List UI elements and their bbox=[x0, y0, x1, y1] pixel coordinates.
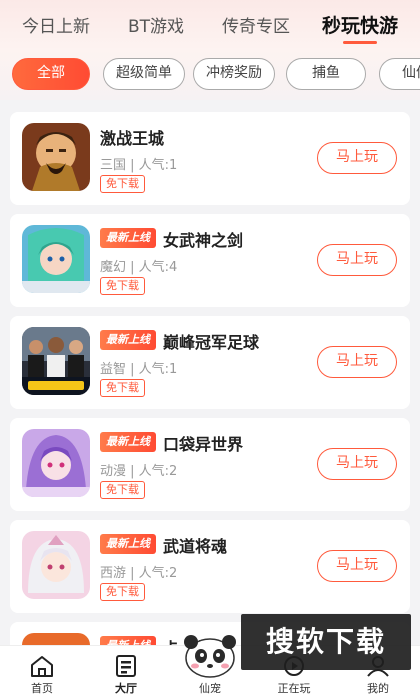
free-download-tag: 免下载 bbox=[100, 277, 145, 295]
free-download-tag: 免下载 bbox=[100, 379, 145, 397]
game-card[interactable]: 最新上线 武道将魂 西游 | 人气:2 免下载 马上玩 bbox=[10, 520, 410, 613]
filter-bar: 全部 超级简单 冲榜奖励 捕鱼 仙侠 bbox=[0, 50, 420, 100]
filter-all[interactable]: 全部 bbox=[12, 58, 90, 90]
tab-legend-zone[interactable]: 传奇专区 bbox=[222, 12, 290, 37]
filter-rank-reward[interactable]: 冲榜奖励 bbox=[193, 58, 275, 90]
tab-today-new[interactable]: 今日上新 bbox=[22, 12, 90, 37]
tab-bt-games[interactable]: BT游戏 bbox=[128, 12, 184, 37]
game-thumbnail bbox=[22, 123, 90, 191]
play-now-button[interactable]: 马上玩 bbox=[317, 346, 397, 378]
hall-icon bbox=[116, 655, 136, 677]
play-now-button[interactable]: 马上玩 bbox=[317, 550, 397, 582]
nav-hall[interactable]: 大厅 bbox=[84, 646, 168, 700]
game-meta: 益智 | 人气:1 bbox=[100, 362, 178, 377]
game-name: 女武神之剑 bbox=[163, 231, 244, 250]
tab-instant-play[interactable]: 秒玩快游 bbox=[322, 11, 398, 38]
nav-label: 首页 bbox=[31, 682, 53, 695]
play-now-button[interactable]: 马上玩 bbox=[317, 448, 397, 480]
game-name: 激战王城 bbox=[100, 129, 165, 148]
nav-label: 正在玩 bbox=[277, 682, 311, 695]
anime-girl-portrait-icon bbox=[22, 429, 90, 497]
game-meta: 西游 | 人气:2 bbox=[100, 566, 178, 581]
new-release-badge: 最新上线 bbox=[100, 534, 156, 554]
new-release-badge: 最新上线 bbox=[100, 228, 156, 248]
football-players-icon bbox=[22, 327, 90, 395]
filter-xianxia[interactable]: 仙侠 bbox=[379, 58, 420, 90]
game-thumbnail bbox=[22, 531, 90, 599]
warrior-portrait-icon bbox=[22, 123, 90, 191]
valkyrie-portrait-icon bbox=[22, 225, 90, 293]
game-thumbnail bbox=[22, 429, 90, 497]
game-card[interactable]: 最新上线 口袋异世界 动漫 | 人气:2 免下载 马上玩 bbox=[10, 418, 410, 511]
game-meta: 魔幻 | 人气:4 bbox=[100, 260, 178, 275]
nav-label: 我的 bbox=[367, 682, 389, 695]
game-meta: 三国 | 人气:1 bbox=[100, 158, 178, 173]
game-thumbnail bbox=[22, 327, 90, 395]
game-name: 巅峰冠军足球 bbox=[163, 333, 260, 352]
play-now-button[interactable]: 马上玩 bbox=[317, 142, 397, 174]
game-meta: 动漫 | 人气:2 bbox=[100, 464, 178, 479]
new-release-badge: 最新上线 bbox=[100, 330, 156, 350]
game-thumbnail bbox=[22, 225, 90, 293]
game-card[interactable]: 最新上线 女武神之剑 魔幻 | 人气:4 免下载 马上玩 bbox=[10, 214, 410, 307]
game-name: 武道将魂 bbox=[163, 537, 228, 556]
home-icon bbox=[31, 656, 53, 677]
nav-label: 仙宠 bbox=[199, 682, 221, 695]
free-download-tag: 免下载 bbox=[100, 583, 145, 601]
new-release-badge: 最新上线 bbox=[100, 432, 156, 452]
game-name: 口袋异世界 bbox=[163, 435, 244, 454]
free-download-tag: 免下载 bbox=[100, 481, 145, 499]
filter-fishing[interactable]: 捕鱼 bbox=[286, 58, 366, 90]
panda-icon bbox=[184, 635, 236, 678]
game-card[interactable]: 激战王城 三国 | 人气:1 免下载 马上玩 bbox=[10, 112, 410, 205]
top-tab-bar: 今日上新 BT游戏 传奇专区 秒玩快游 bbox=[0, 0, 420, 50]
filter-super-easy[interactable]: 超级简单 bbox=[103, 58, 185, 90]
fairy-portrait-icon bbox=[22, 531, 90, 599]
free-download-tag: 免下载 bbox=[100, 175, 145, 193]
pet-mascot-icon[interactable] bbox=[181, 628, 239, 678]
play-now-button[interactable]: 马上玩 bbox=[317, 244, 397, 276]
watermark: 搜软下载 bbox=[241, 614, 411, 670]
nav-home[interactable]: 首页 bbox=[0, 646, 84, 700]
active-tab-indicator bbox=[343, 41, 377, 44]
game-card[interactable]: 最新上线 巅峰冠军足球 益智 | 人气:1 免下载 马上玩 bbox=[10, 316, 410, 409]
nav-label: 大厅 bbox=[115, 682, 137, 695]
